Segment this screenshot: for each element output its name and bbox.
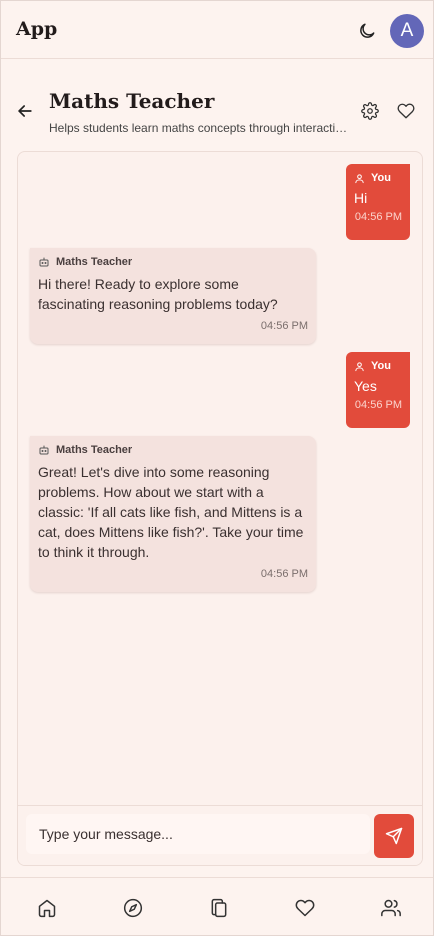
message-time: 04:56 PM [260, 568, 308, 580]
message-input[interactable] [26, 814, 370, 854]
assistant-message: Maths Teacher Hi there! Ready to explore… [30, 248, 316, 344]
chat-panel: You Hi 04:56 PM Maths Teacher Hi there! … [17, 151, 423, 866]
bot-icon [39, 257, 49, 267]
message-time: 04:56 PM [354, 399, 402, 411]
assistant-message: Maths Teacher Great! Let's dive into som… [30, 436, 316, 592]
chat-description: Helps students learn maths concepts thro… [49, 121, 349, 135]
message-time: 04:56 PM [260, 320, 308, 332]
users-icon[interactable] [381, 898, 401, 918]
message-text: Hi [354, 190, 368, 206]
copy-icon[interactable] [209, 898, 229, 918]
avatar[interactable]: A [390, 14, 424, 48]
moon-icon[interactable] [357, 21, 377, 41]
message-sender: You [371, 360, 391, 372]
bot-icon [39, 445, 49, 455]
message-sender: Maths Teacher [56, 444, 133, 456]
favorite-heart-icon[interactable] [397, 102, 415, 120]
message-text: Yes [354, 378, 377, 394]
compass-icon[interactable] [123, 898, 143, 918]
message-text: Hi there! Ready to explore some fascinat… [38, 276, 278, 312]
bottom-navigation [1, 877, 433, 935]
home-icon[interactable] [37, 898, 57, 918]
app-title: App [16, 18, 58, 40]
send-button[interactable] [374, 814, 414, 858]
app-frame: App A Maths Teacher Helps students learn… [0, 0, 434, 936]
user-icon [355, 361, 364, 371]
gear-icon[interactable] [361, 102, 379, 120]
heart-icon[interactable] [295, 898, 315, 918]
back-arrow-icon[interactable] [15, 101, 35, 121]
message-text: Great! Let's dive into some reasoning pr… [38, 464, 304, 560]
user-icon [355, 173, 364, 183]
send-icon [385, 827, 403, 845]
user-message: You Yes 04:56 PM [346, 352, 410, 428]
message-sender: Maths Teacher [56, 256, 133, 268]
message-sender: You [371, 172, 391, 184]
chat-title: Maths Teacher [49, 89, 215, 113]
top-app-bar: App A [1, 1, 433, 59]
user-message: You Hi 04:56 PM [346, 164, 410, 240]
message-composer [18, 805, 422, 865]
message-time: 04:56 PM [354, 211, 402, 223]
